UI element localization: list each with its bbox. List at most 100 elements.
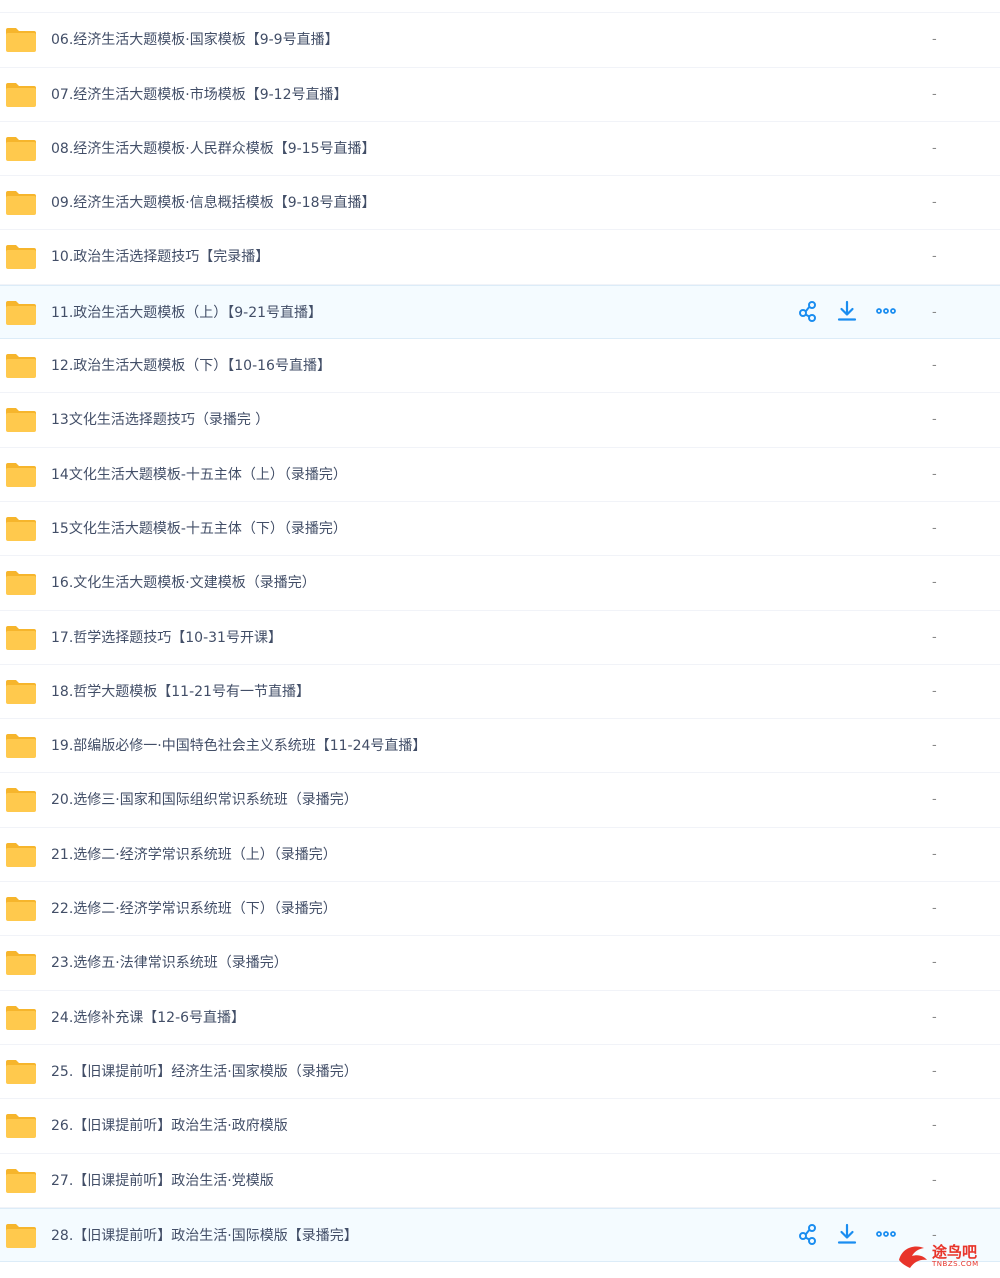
file-size: - <box>932 901 937 917</box>
file-name[interactable]: 26.【旧课提前听】政治生活·政府模版 <box>51 1099 288 1153</box>
file-row[interactable]: 24.选修补充课【12-6号直播】 - <box>0 990 1000 1045</box>
file-name[interactable]: 17.哲学选择题技巧【10-31号开课】 <box>51 611 282 665</box>
file-row[interactable]: 22.选修二·经济学常识系统班（下）（录播完） - <box>0 882 1000 937</box>
folder-icon[interactable] <box>5 679 37 705</box>
file-row[interactable]: 07.经济生活大题模板·市场模板【9-12号直播】 - <box>0 67 1000 122</box>
file-row[interactable]: 28.【旧课提前听】政治生活·国际模版【录播完】 - <box>0 1207 1000 1263</box>
file-name[interactable]: 20.选修三·国家和国际组织常识系统班（录播完） <box>51 773 358 827</box>
file-size: - <box>932 412 937 428</box>
file-name[interactable]: 16.文化生活大题模板·文建模板（录播完） <box>51 556 316 610</box>
file-name[interactable]: 09.经济生活大题模板·信息概括模板【9-18号直播】 <box>51 176 376 230</box>
file-row[interactable]: 11.政治生活大题模板（上）【9-21号直播】 - <box>0 284 1000 340</box>
file-row[interactable]: 18.哲学大题模板【11-21号有一节直播】 - <box>0 664 1000 720</box>
folder-icon[interactable] <box>5 353 37 379</box>
file-name[interactable]: 23.选修五·法律常识系统班（录播完） <box>51 936 288 990</box>
watermark-text: 途鸟吧 <box>932 1243 978 1261</box>
folder-icon[interactable] <box>5 842 37 868</box>
file-name[interactable]: 28.【旧课提前听】政治生活·国际模版【录播完】 <box>51 1209 358 1263</box>
share-button[interactable] <box>796 1223 820 1248</box>
folder-icon[interactable] <box>5 407 37 433</box>
file-row[interactable]: 19.部编版必修一·中国特色社会主义系统班【11-24号直播】 - <box>0 719 1000 774</box>
folder-icon[interactable] <box>5 570 37 596</box>
file-row[interactable]: 17.哲学选择题技巧【10-31号开课】 - <box>0 610 1000 665</box>
file-size: - <box>932 1063 937 1079</box>
folder-icon[interactable] <box>5 1223 37 1249</box>
watermark-domain: TNBZS.COM <box>932 1260 979 1268</box>
more-icon <box>875 300 897 326</box>
folder-icon[interactable] <box>5 1059 37 1085</box>
folder-icon[interactable] <box>5 300 37 326</box>
file-name[interactable]: 24.选修补充课【12-6号直播】 <box>51 991 245 1045</box>
folder-icon[interactable] <box>5 1005 37 1031</box>
share-button[interactable] <box>796 300 820 326</box>
folder-icon[interactable] <box>5 787 37 813</box>
folder-icon[interactable] <box>5 244 37 270</box>
folder-icon[interactable] <box>5 896 37 922</box>
file-row[interactable]: 14文化生活大题模板-十五主体（上）（录播完） - <box>0 447 1000 502</box>
download-icon <box>836 1223 858 1249</box>
folder-icon[interactable] <box>5 1113 37 1139</box>
file-name[interactable]: 18.哲学大题模板【11-21号有一节直播】 <box>51 665 310 719</box>
file-name[interactable]: 07.经济生活大题模板·市场模板【9-12号直播】 <box>51 68 348 122</box>
file-name[interactable]: 08.经济生活大题模板·人民群众模板【9-15号直播】 <box>51 122 376 176</box>
folder-icon[interactable] <box>5 190 37 216</box>
folder-icon[interactable] <box>5 516 37 542</box>
more-button[interactable] <box>874 1224 898 1248</box>
file-size: - <box>932 358 937 374</box>
file-size: - <box>932 955 937 971</box>
folder-icon[interactable] <box>5 733 37 759</box>
file-size: - <box>932 1009 937 1025</box>
download-button[interactable] <box>835 1223 859 1249</box>
file-row[interactable]: 08.经济生活大题模板·人民群众模板【9-15号直播】 - <box>0 121 1000 177</box>
file-name[interactable]: 22.选修二·经济学常识系统班（下）（录播完） <box>51 882 337 936</box>
file-name[interactable]: 14文化生活大题模板-十五主体（上）（录播完） <box>51 448 347 502</box>
file-name[interactable]: 19.部编版必修一·中国特色社会主义系统班【11-24号直播】 <box>51 719 426 773</box>
folder-icon[interactable] <box>5 136 37 162</box>
file-row[interactable]: 26.【旧课提前听】政治生活·政府模版 - <box>0 1099 1000 1154</box>
download-icon <box>836 300 858 326</box>
file-row[interactable]: 16.文化生活大题模板·文建模板（录播完） - <box>0 556 1000 611</box>
folder-icon[interactable] <box>5 950 37 976</box>
folder-icon[interactable] <box>5 462 37 488</box>
more-button[interactable] <box>874 301 898 325</box>
file-name[interactable]: 12.政治生活大题模板（下）【10-16号直播】 <box>51 339 331 393</box>
file-size: - <box>932 520 937 536</box>
more-icon <box>875 1223 897 1249</box>
file-name[interactable]: 21.选修二·经济学常识系统班（上）（录播完） <box>51 828 337 882</box>
folder-icon[interactable] <box>5 82 37 108</box>
file-row[interactable]: 06.经济生活大题模板·国家模板【9-9号直播】 - <box>0 13 1000 68</box>
file-row[interactable]: 10.政治生活选择题技巧【完录播】 - <box>0 230 1000 285</box>
file-row[interactable]: 25.【旧课提前听】经济生活·国家模版（录播完） - <box>0 1044 1000 1100</box>
file-row[interactable]: 13文化生活选择题技巧（录播完 ） - <box>0 393 1000 448</box>
file-name[interactable]: 15文化生活大题模板-十五主体（下）（录播完） <box>51 502 347 556</box>
file-size: - <box>932 738 937 754</box>
file-size: - <box>932 792 937 808</box>
download-button[interactable] <box>835 300 859 326</box>
bird-logo <box>899 1246 927 1268</box>
file-name[interactable]: 11.政治生活大题模板（上）【9-21号直播】 <box>51 286 322 340</box>
file-row[interactable]: 27.【旧课提前听】政治生活·党模版 - <box>0 1153 1000 1208</box>
folder-icon[interactable] <box>5 1168 37 1194</box>
share-icon <box>797 300 819 326</box>
file-size: - <box>932 629 937 645</box>
file-row[interactable]: 20.选修三·国家和国际组织常识系统班（录播完） - <box>0 773 1000 828</box>
file-row[interactable]: 23.选修五·法律常识系统班（录播完） - <box>0 936 1000 991</box>
file-name[interactable]: 06.经济生活大题模板·国家模板【9-9号直播】 <box>51 13 339 67</box>
file-size: - <box>932 1118 937 1134</box>
file-size: - <box>932 304 937 320</box>
file-size: - <box>932 195 937 211</box>
file-name[interactable]: 10.政治生活选择题技巧【完录播】 <box>51 230 269 284</box>
file-list: 06.经济生活大题模板·国家模板【9-9号直播】 -07.经济生活大题模板·市场模… <box>0 0 1000 1263</box>
file-name[interactable]: 25.【旧课提前听】经济生活·国家模版（录播完） <box>51 1045 358 1099</box>
file-row[interactable] <box>0 0 1000 14</box>
file-name[interactable]: 13文化生活选择题技巧（录播完 ） <box>51 393 269 447</box>
folder-icon[interactable] <box>5 625 37 651</box>
file-row[interactable]: 09.经济生活大题模板·信息概括模板【9-18号直播】 - <box>0 176 1000 231</box>
file-size: - <box>932 846 937 862</box>
file-size: - <box>932 140 937 156</box>
file-row[interactable]: 21.选修二·经济学常识系统班（上）（录播完） - <box>0 827 1000 883</box>
file-row[interactable]: 15文化生活大题模板-十五主体（下）（录播完） - <box>0 501 1000 557</box>
file-name[interactable]: 27.【旧课提前听】政治生活·党模版 <box>51 1154 274 1208</box>
file-row[interactable]: 12.政治生活大题模板（下）【10-16号直播】 - <box>0 339 1000 394</box>
folder-icon[interactable] <box>5 27 37 53</box>
